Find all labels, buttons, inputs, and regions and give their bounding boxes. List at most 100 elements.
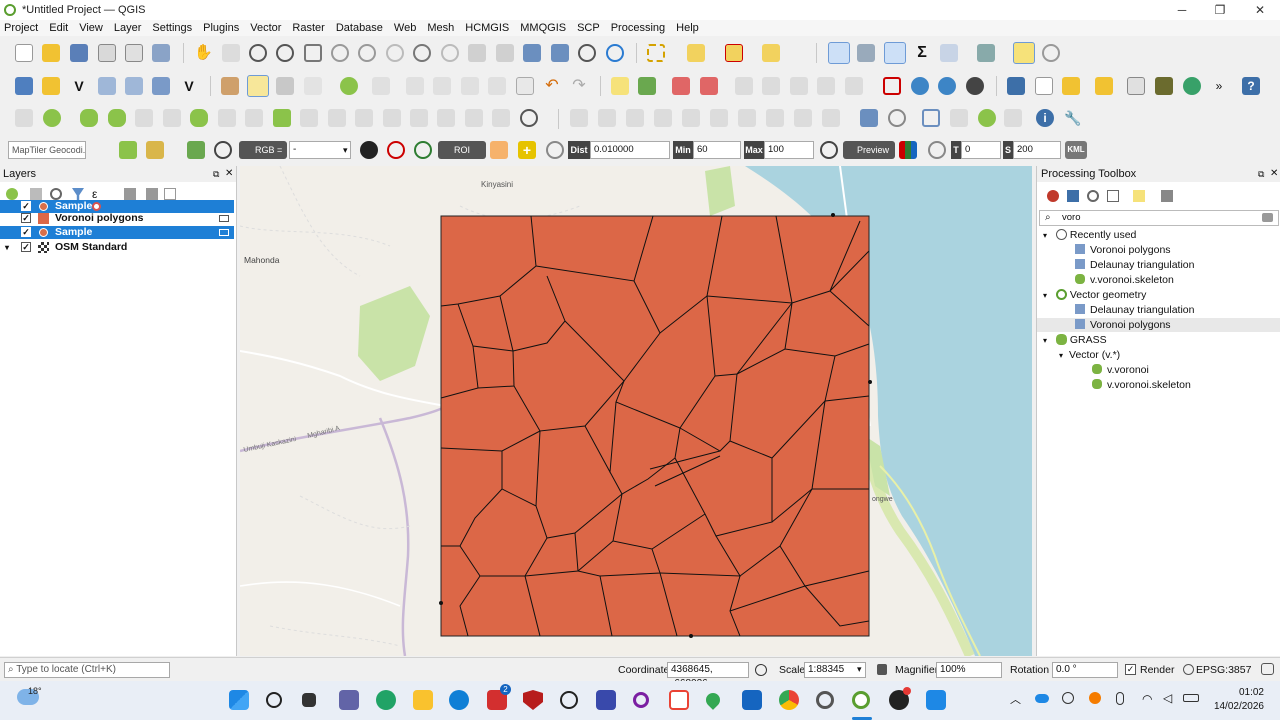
- remove-layer-icon[interactable]: [164, 188, 176, 200]
- manage-visibility-icon[interactable]: [50, 188, 62, 200]
- menu-help[interactable]: Help: [676, 22, 699, 34]
- paste-features-icon[interactable]: [516, 77, 534, 95]
- battery-icon[interactable]: [1183, 694, 1199, 702]
- search-map-icon[interactable]: [1042, 44, 1060, 62]
- bookmark-icon[interactable]: [523, 44, 541, 62]
- undo-icon[interactable]: ↶: [543, 77, 561, 95]
- shield-icon[interactable]: [523, 690, 543, 710]
- identify-features-icon[interactable]: [828, 42, 850, 64]
- data-source-manager-icon[interactable]: [15, 77, 33, 95]
- app-tray-icon[interactable]: [1089, 692, 1101, 704]
- new-temp-layer-icon[interactable]: [98, 77, 116, 95]
- vertex-tool-icon[interactable]: [372, 77, 390, 95]
- offset-curve-icon[interactable]: [245, 109, 263, 127]
- grammarly-icon[interactable]: [376, 690, 396, 710]
- open-layer-styling-icon[interactable]: [6, 188, 18, 200]
- task-view-icon[interactable]: [302, 693, 316, 707]
- measure-icon[interactable]: [940, 44, 958, 62]
- menu-layer[interactable]: Layer: [114, 22, 142, 34]
- edit-features-in-place-icon[interactable]: [1133, 190, 1145, 202]
- notepad-icon[interactable]: [926, 690, 946, 710]
- menu-scp[interactable]: SCP: [577, 22, 600, 34]
- scp-tools-icon[interactable]: [146, 141, 164, 159]
- grid-select-icon[interactable]: [1127, 77, 1145, 95]
- map-tips-icon[interactable]: [1013, 42, 1035, 64]
- folder-icon[interactable]: [1062, 77, 1080, 95]
- layer-row-osm-standard[interactable]: ▾ ✓ OSM Standard: [0, 241, 234, 254]
- save-project-icon[interactable]: [70, 44, 88, 62]
- t-input[interactable]: 0: [961, 141, 1001, 159]
- volume-icon[interactable]: ◁: [1163, 691, 1172, 705]
- info-icon[interactable]: i: [1036, 109, 1054, 127]
- expand-arrow-icon[interactable]: ▾: [5, 241, 9, 254]
- maps-icon[interactable]: [703, 690, 723, 710]
- store-icon[interactable]: [742, 690, 762, 710]
- deselect-icon[interactable]: [725, 44, 743, 62]
- add-part-icon[interactable]: [108, 109, 126, 127]
- preview-zoom-icon[interactable]: [820, 141, 838, 159]
- geocoder-search-input[interactable]: MapTiler Geocodi...: [8, 141, 86, 159]
- zoom-magnifier-green-icon[interactable]: [119, 141, 137, 159]
- menu-settings[interactable]: Settings: [152, 22, 192, 34]
- select-by-value-icon[interactable]: [687, 44, 705, 62]
- reshape-icon[interactable]: [218, 109, 236, 127]
- cut-features-icon[interactable]: [461, 77, 479, 95]
- menu-vector[interactable]: Vector: [250, 22, 281, 34]
- select-features-icon[interactable]: [647, 44, 665, 62]
- expand-all-icon[interactable]: [124, 188, 136, 200]
- layer-row-sample-2[interactable]: ✓ Sample: [0, 226, 234, 239]
- menu-database[interactable]: Database: [336, 22, 383, 34]
- delete-ring-icon[interactable]: [163, 109, 181, 127]
- print-layout-icon[interactable]: [98, 44, 116, 62]
- crs-globe-icon[interactable]: [1183, 664, 1194, 675]
- add-point-icon[interactable]: [340, 77, 358, 95]
- delete-part-icon[interactable]: [190, 109, 208, 127]
- add-raster-icon[interactable]: [152, 77, 170, 95]
- menu-mmqgis[interactable]: MMQGIS: [520, 22, 566, 34]
- redo-preview-icon[interactable]: [928, 141, 946, 159]
- close-button[interactable]: ✕: [1240, 0, 1280, 20]
- clock-time[interactable]: 01:02: [1212, 687, 1264, 698]
- select-location-icon[interactable]: [762, 44, 780, 62]
- crs-label[interactable]: EPSG:3857: [1196, 663, 1251, 677]
- zoom-last-icon[interactable]: [413, 44, 431, 62]
- add-ring-icon[interactable]: [80, 109, 98, 127]
- zoom-in-icon[interactable]: [249, 44, 267, 62]
- polygon-tool-icon[interactable]: [883, 77, 901, 95]
- label-show-hide-icon[interactable]: [817, 77, 835, 95]
- label-highlight-icon[interactable]: [700, 77, 718, 95]
- render-checkbox[interactable]: ✓: [1125, 664, 1136, 675]
- globe-add-icon[interactable]: [938, 77, 956, 95]
- filter-expression-icon[interactable]: ε: [92, 187, 97, 201]
- tree-group-vector-v[interactable]: ▾ Vector (v.*): [1059, 348, 1120, 362]
- save-edits-icon[interactable]: [276, 77, 294, 95]
- roi-tool-icon[interactable]: [360, 141, 378, 159]
- refresh-icon[interactable]: [606, 44, 624, 62]
- menu-web[interactable]: Web: [394, 22, 416, 34]
- app-o-icon[interactable]: [633, 692, 649, 708]
- trim-extend-icon[interactable]: [465, 109, 483, 127]
- add-group-icon[interactable]: [30, 188, 42, 200]
- cloud-sync-icon[interactable]: [1062, 692, 1074, 704]
- add-vector-icon[interactable]: V: [180, 77, 198, 95]
- pan-to-selection-icon[interactable]: [222, 44, 240, 62]
- sync-icon[interactable]: [1183, 77, 1201, 95]
- max-input[interactable]: 100: [764, 141, 814, 159]
- layer-row-voronoi-polygons[interactable]: ✓ Voronoi polygons: [0, 212, 234, 225]
- label-change-icon[interactable]: [790, 77, 808, 95]
- lightning-icon[interactable]: [1095, 77, 1113, 95]
- align-icon[interactable]: [492, 109, 510, 127]
- split-parts-icon[interactable]: [300, 109, 318, 127]
- add-feature-icon[interactable]: [43, 109, 61, 127]
- tree-item-delaunay-triangulation[interactable]: Delaunay triangulation: [1075, 258, 1195, 272]
- menu-plugins[interactable]: Plugins: [203, 22, 239, 34]
- float-panel-icon[interactable]: ⧉: [1258, 169, 1264, 180]
- layer-visibility-checkbox[interactable]: ✓: [21, 227, 31, 237]
- models-icon[interactable]: [1047, 190, 1059, 202]
- clear-search-icon[interactable]: [1262, 213, 1273, 222]
- gmail-icon[interactable]: [669, 690, 689, 710]
- align-left-icon[interactable]: [570, 109, 588, 127]
- app-blue-icon[interactable]: [596, 690, 616, 710]
- menu-project[interactable]: Project: [4, 22, 38, 34]
- align-right-icon[interactable]: [626, 109, 644, 127]
